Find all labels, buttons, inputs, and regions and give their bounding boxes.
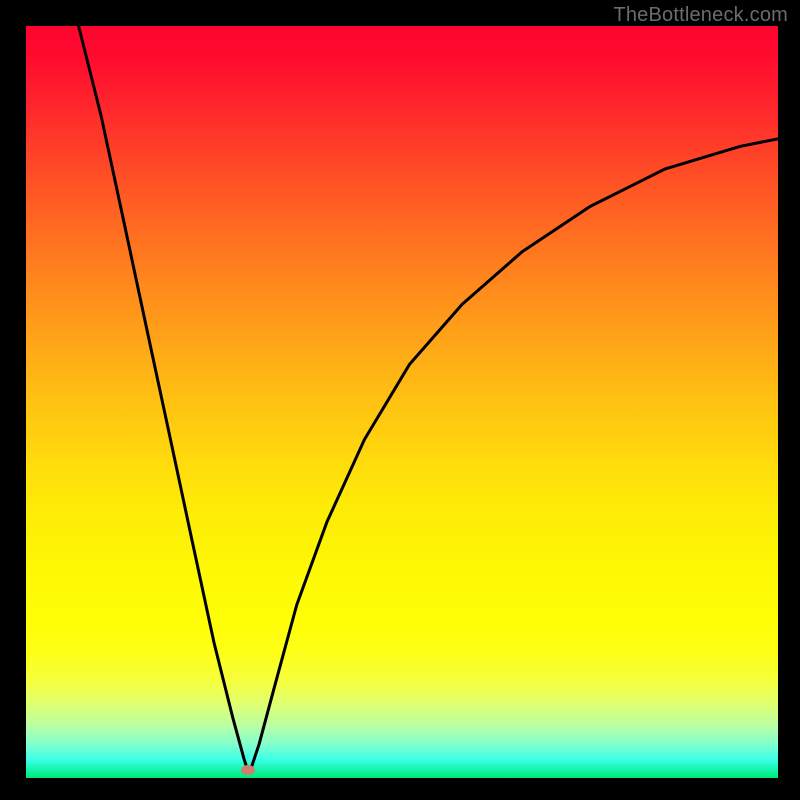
bottleneck-curve: [26, 26, 778, 778]
watermark-text: TheBottleneck.com: [613, 4, 788, 27]
chart-frame: TheBottleneck.com: [0, 0, 800, 800]
plot-area: [26, 26, 778, 778]
